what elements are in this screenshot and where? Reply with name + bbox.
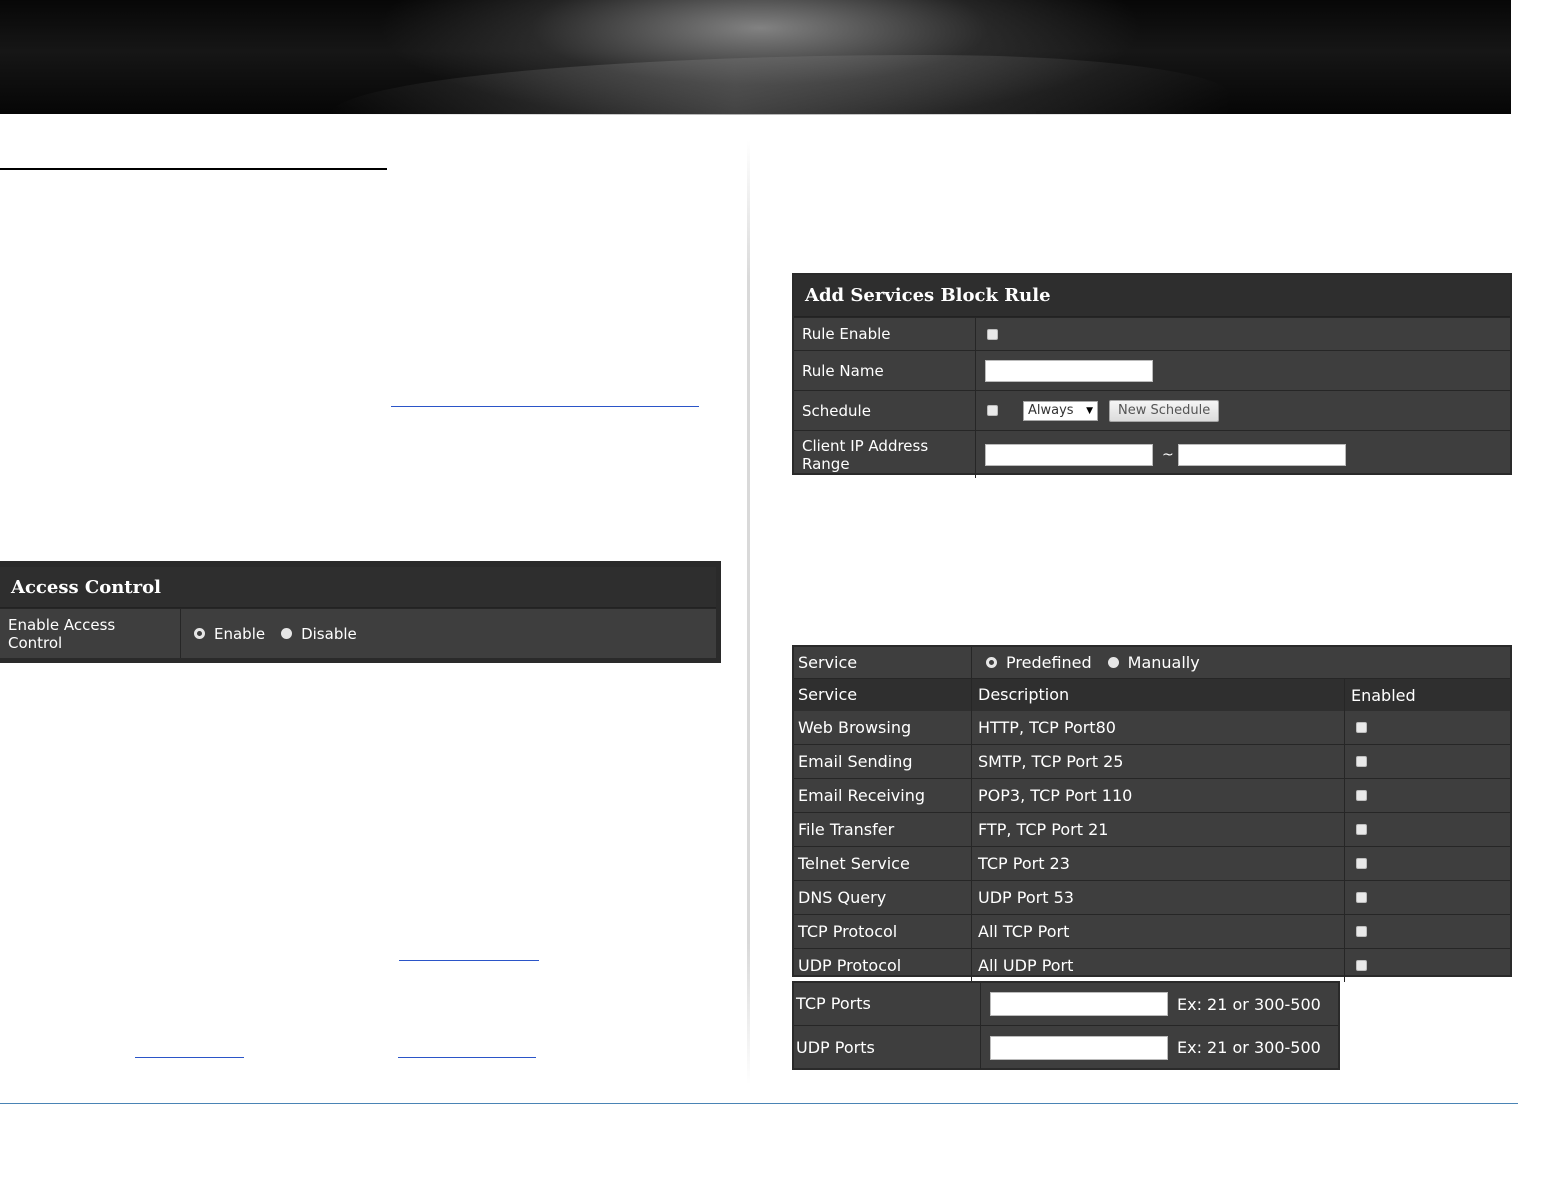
table-row: Telnet Service TCP Port 23 (794, 846, 1510, 880)
service-description: SMTP, TCP Port 25 (972, 745, 1345, 778)
hyperlink-underline[interactable] (391, 406, 699, 407)
service-description: HTTP, TCP Port80 (972, 711, 1345, 744)
service-name: DNS Query (794, 881, 972, 914)
manually-radio[interactable] (1107, 657, 1119, 668)
column-divider (747, 140, 750, 1085)
ports-table: TCP Ports Ex: 21 or 300-500 UDP Ports Ex… (792, 981, 1340, 1070)
service-enabled-checkbox[interactable] (1356, 858, 1367, 869)
service-enabled-checkbox[interactable] (1356, 756, 1367, 767)
service-name: Telnet Service (794, 847, 972, 880)
tcp-ports-label: TCP Ports (794, 983, 981, 1025)
client-ip-start-input[interactable] (985, 443, 1153, 466)
header-banner (0, 0, 1511, 115)
table-row: Email Sending SMTP, TCP Port 25 (794, 744, 1510, 778)
schedule-select-value: Always (1028, 403, 1074, 418)
section-heading-underline (0, 168, 387, 170)
services-block-rule-title: Add Services Block Rule (794, 275, 1510, 317)
manually-radio-label: Manually (1127, 653, 1200, 672)
service-description: POP3, TCP Port 110 (972, 779, 1345, 812)
tcp-ports-hint: Ex: 21 or 300-500 (1177, 994, 1321, 1014)
service-enabled-checkbox[interactable] (1356, 722, 1367, 733)
client-ip-range-label: Client IP Address Range (794, 431, 976, 478)
udp-ports-label: UDP Ports (794, 1026, 981, 1069)
schedule-select[interactable]: Always ▼ (1023, 400, 1098, 421)
table-row: Email Receiving POP3, TCP Port 110 (794, 778, 1510, 812)
table-row: TCP Protocol All TCP Port (794, 914, 1510, 948)
banner-light-streak (330, 55, 1230, 115)
table-row: DNS Query UDP Port 53 (794, 880, 1510, 914)
enable-access-control-label: Enable Access Control (0, 609, 181, 658)
service-enabled-checkbox[interactable] (1356, 926, 1367, 937)
access-control-panel: Access Control Enable Access Control Ena… (0, 561, 721, 663)
service-mode-label: Service (794, 647, 972, 678)
service-description: All UDP Port (972, 949, 1345, 982)
service-enabled-checkbox[interactable] (1356, 790, 1367, 801)
footer-rule (0, 1103, 1518, 1104)
access-control-title: Access Control (0, 567, 716, 608)
access-control-radio-group: Enable Disable (181, 609, 365, 658)
rule-enable-label: Rule Enable (794, 318, 976, 350)
rule-enable-checkbox[interactable] (987, 328, 998, 340)
service-description: FTP, TCP Port 21 (972, 813, 1345, 846)
table-row: File Transfer FTP, TCP Port 21 (794, 812, 1510, 846)
column-header-description: Description (972, 679, 1345, 711)
udp-ports-hint: Ex: 21 or 300-500 (1177, 1038, 1321, 1057)
table-row: UDP Protocol All UDP Port (794, 948, 1510, 982)
client-ip-end-input[interactable] (1177, 443, 1346, 466)
new-schedule-button[interactable]: New Schedule (1109, 399, 1220, 422)
service-description: TCP Port 23 (972, 847, 1345, 880)
hyperlink-underline[interactable] (398, 1057, 536, 1058)
table-row: Web Browsing HTTP, TCP Port80 (794, 711, 1510, 744)
service-description: All TCP Port (972, 915, 1345, 948)
service-enabled-checkbox[interactable] (1356, 824, 1367, 835)
predefined-radio-label: Predefined (1006, 653, 1092, 672)
service-name: Email Sending (794, 745, 972, 778)
disable-radio[interactable] (281, 628, 293, 639)
rule-name-label: Rule Name (794, 351, 976, 390)
enable-radio-label: Enable (214, 624, 266, 643)
service-name: Email Receiving (794, 779, 972, 812)
service-name: TCP Protocol (794, 915, 972, 948)
rule-name-input[interactable] (985, 359, 1153, 382)
service-description: UDP Port 53 (972, 881, 1345, 914)
service-name: Web Browsing (794, 711, 972, 744)
enable-radio[interactable] (194, 628, 205, 639)
table-header: Service Description Enabled (794, 678, 1510, 711)
udp-ports-input[interactable] (990, 1035, 1168, 1060)
tcp-ports-input[interactable] (990, 992, 1168, 1016)
dropdown-arrow-icon: ▼ (1086, 405, 1093, 416)
column-header-enabled: Enabled (1351, 685, 1416, 705)
range-separator: ~ (1162, 446, 1174, 463)
disable-radio-label: Disable (301, 624, 357, 643)
services-block-rule-panel: Add Services Block Rule Rule Enable Rule… (792, 273, 1512, 478)
service-name: File Transfer (794, 813, 972, 846)
schedule-label: Schedule (794, 391, 976, 430)
service-name: UDP Protocol (794, 949, 972, 982)
schedule-checkbox[interactable] (987, 405, 998, 416)
hyperlink-underline[interactable] (399, 960, 539, 961)
hyperlink-underline[interactable] (135, 1057, 244, 1058)
column-header-service: Service (794, 679, 972, 711)
service-enabled-checkbox[interactable] (1356, 892, 1367, 903)
service-enabled-checkbox[interactable] (1356, 960, 1367, 971)
service-table: Service Predefined Manually Service Desc… (792, 645, 1512, 982)
predefined-radio[interactable] (986, 657, 997, 668)
